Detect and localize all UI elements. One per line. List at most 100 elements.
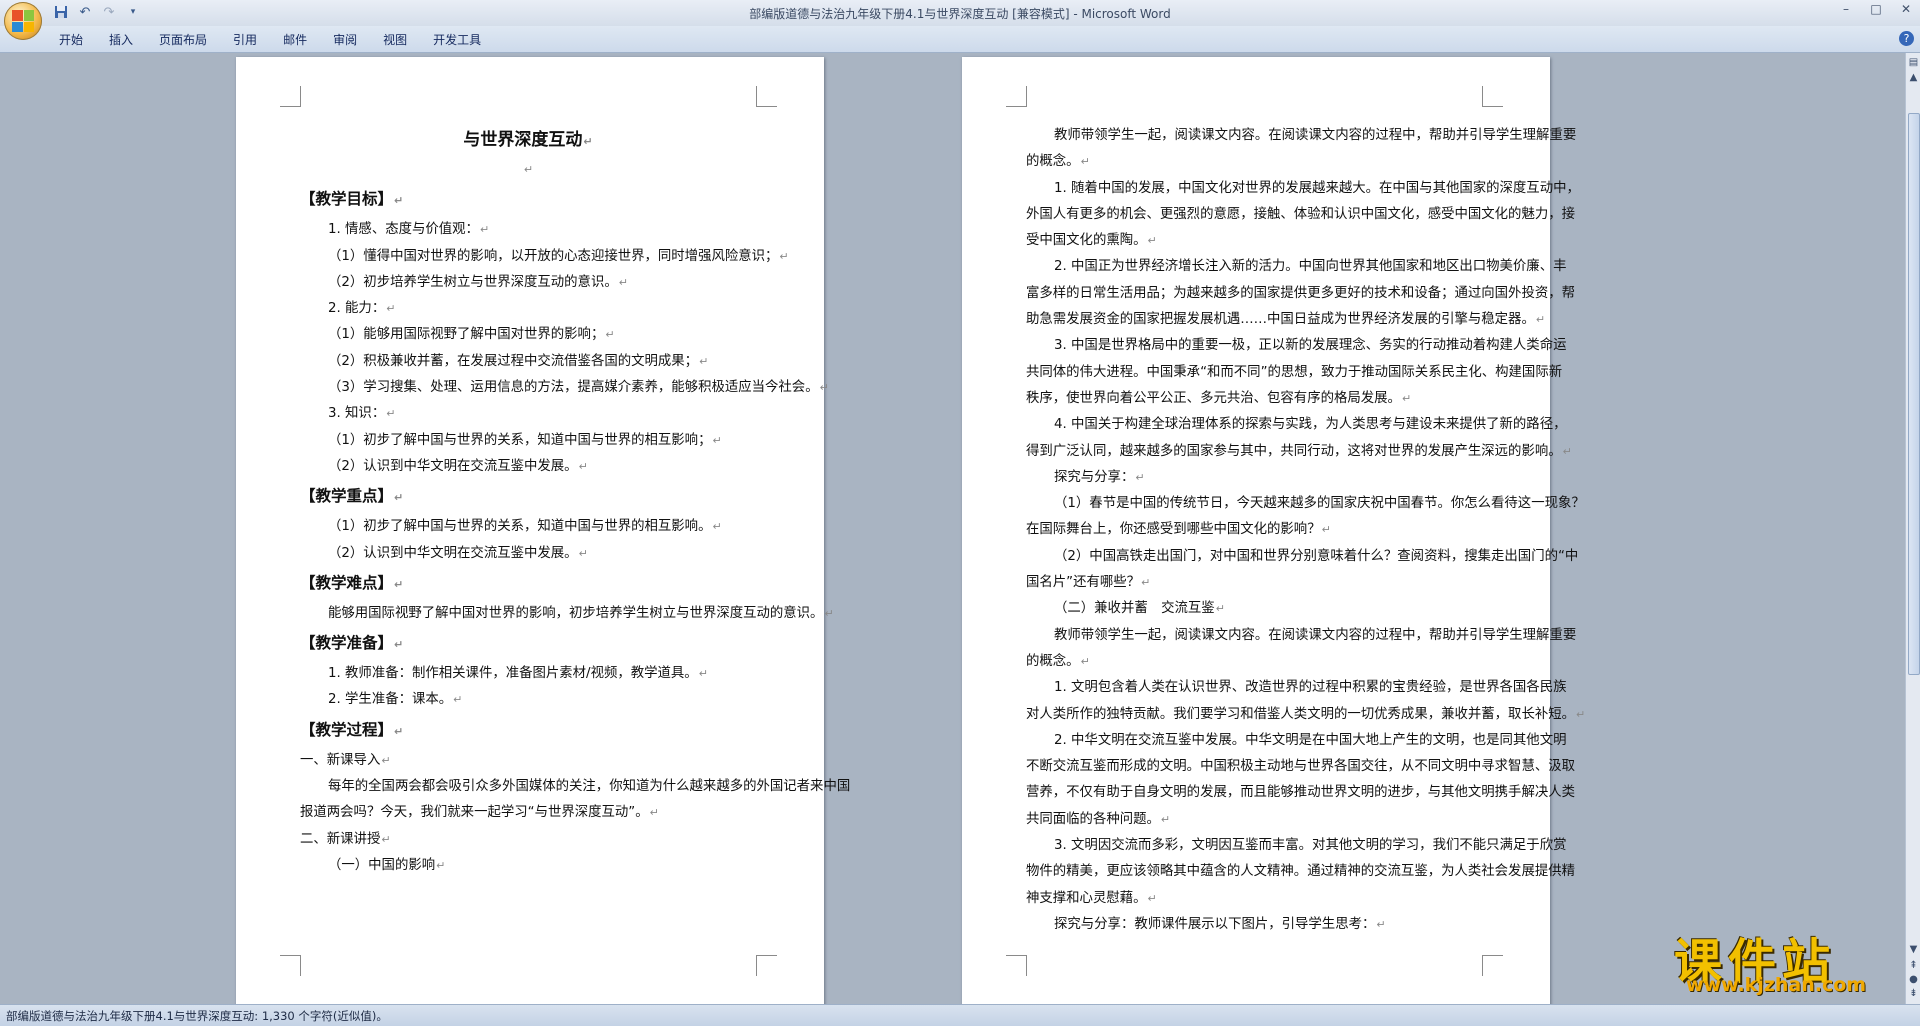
redo-icon[interactable]: ↷ [100, 3, 118, 21]
undo-icon[interactable]: ↶ [76, 3, 94, 21]
save-icon[interactable] [52, 3, 70, 21]
paragraph-mark: ↵ [1321, 523, 1331, 537]
line-text: （1）初步了解中国与世界的关系，知道中国与世界的相互影响。 [328, 519, 712, 535]
paragraph-mark: ↵ [394, 577, 404, 591]
line-text: 物件的精美，更应该领略其中蕴含的人文精神。通过精神的交流互鉴，为人类社会发展提供… [1026, 864, 1576, 880]
line-text: （一）中国的影响 [328, 857, 436, 873]
line-text: 【教学准备】 [300, 634, 394, 653]
line-text: 的概念。 [1026, 653, 1080, 669]
line-text: 的概念。 [1026, 154, 1080, 170]
paragraph-mark: ↵ [386, 302, 396, 316]
help-icon[interactable]: ? [1899, 31, 1914, 46]
document-page-2[interactable]: 教师带领学生一起，阅读课文内容。在阅读课文内容的过程中，帮助并引导学生理解重要的… [962, 57, 1585, 1004]
line-text: 报道两会吗？今天，我们就来一起学习“与世界深度互动”。 [300, 805, 649, 821]
text-line: 2. 学生准备：课本。↵ [300, 687, 756, 713]
section-heading: 【教学过程】↵ [300, 714, 756, 748]
minimize-button[interactable]: – [1838, 2, 1854, 16]
tab-insert[interactable]: 插入 [96, 30, 146, 49]
dropdown-icon[interactable]: ▾ [124, 3, 142, 21]
line-text: （二）兼收并蓄 交流互鉴 [1054, 601, 1215, 617]
browse-object-icon[interactable]: ● [1907, 973, 1920, 986]
section-heading: 【教学重点】↵ [300, 480, 756, 514]
text-line: 国名片”还有哪些？↵ [1026, 570, 1482, 596]
text-line: 的概念。↵ [1026, 649, 1482, 675]
paragraph-mark: ↵ [453, 693, 463, 707]
office-button[interactable] [4, 2, 42, 40]
close-button[interactable]: ✕ [1898, 2, 1914, 16]
paragraph-mark: ↵ [1576, 707, 1586, 721]
scroll-thumb[interactable] [1908, 113, 1920, 675]
line-text: （1）懂得中国对世界的影响，以开放的心态迎接世界，同时增强风险意识； [328, 248, 779, 264]
text-line: 2. 中国正为世界经济增长注入新的活力。中国向世界其他国家和地区出口物美价廉、丰 [1026, 254, 1566, 280]
maximize-button[interactable]: □ [1868, 2, 1884, 16]
line-text: 得到广泛认同，越来越多的国家参与其中，共同行动，这将对世界的发展产生深远的影响。 [1026, 443, 1562, 459]
section-heading: 【教学难点】↵ [300, 567, 756, 601]
paragraph-mark: ↵ [394, 638, 404, 652]
text-line: 受中国文化的熏陶。↵ [1026, 228, 1482, 254]
paragraph-mark: ↵ [1401, 391, 1412, 405]
text-line: （1）初步了解中国与世界的关系，知道中国与世界的相互影响。↵ [300, 514, 756, 540]
scroll-down-icon[interactable]: ▼ [1907, 943, 1920, 956]
text-line: 教师带领学生一起，阅读课文内容。在阅读课文内容的过程中，帮助并引导学生理解重要 [1026, 123, 1576, 149]
paragraph-mark: ↵ [819, 381, 829, 395]
text-line: （1）初步了解中国与世界的关系，知道中国与世界的相互影响；↵ [300, 428, 756, 454]
tab-developer[interactable]: 开发工具 [420, 30, 494, 49]
line-text: （1）春节是中国的传统节日，今天越来越多的国家庆祝中国春节。你怎么看待这一现象？ [1054, 496, 1585, 512]
text-line: 4. 中国关于构建全球治理体系的探索与实践，为人类思考与建设未来提供了新的路径， [1026, 412, 1566, 438]
text-line: 对人类所作的独特贡献。我们要学习和借鉴人类文明的一切优秀成果，兼收并蓄，取长补短… [1026, 702, 1585, 728]
line-text: 受中国文化的熏陶。 [1026, 233, 1147, 249]
line-text: 对人类所作的独特贡献。我们要学习和借鉴人类文明的一切优秀成果，兼收并蓄，取长补短… [1026, 706, 1576, 722]
line-text: 1. 情感、态度与价值观： [328, 222, 479, 238]
paragraph-mark: ↵ [394, 491, 404, 505]
text-line: （1）春节是中国的传统节日，今天越来越多的国家庆祝中国春节。你怎么看待这一现象？ [1026, 491, 1585, 517]
quick-access-toolbar: ↶ ↷ ▾ [52, 3, 142, 21]
text-line: 共同体的伟大进程。中国秉承“和而不同”的思想，致力于推动国际关系民主化、构建国际… [1026, 360, 1562, 386]
window-title: 部编版道德与法治九年级下册4.1与世界深度互动 [兼容模式] - Microso… [749, 7, 1171, 21]
line-text: （1）能够用国际视野了解中国对世界的影响； [328, 327, 605, 343]
line-text: 探究与分享： [1054, 469, 1135, 485]
tab-home[interactable]: 开始 [46, 30, 96, 49]
document-workspace[interactable]: 与世界深度互动↵ ↵ 【教学目标】↵ 1. 情感、态度与价值观：↵ （1）懂得中国对… [0, 53, 1905, 1004]
text-line: 1. 情感、态度与价值观：↵ [300, 217, 756, 243]
line-text: 共同体的伟大进程。中国秉承“和而不同”的思想，致力于推动国际关系民主化、构建国际… [1026, 364, 1563, 380]
line-text: 营养，不仅有助于自身文明的发展，而且能够推动世界文明的进步，与其他文明携手解决人… [1026, 785, 1576, 801]
text-line: （1）能够用国际视野了解中国对世界的影响；↵ [300, 322, 756, 348]
tab-page-layout[interactable]: 页面布局 [146, 30, 220, 49]
line-text: 能够用国际视野了解中国对世界的影响，初步培养学生树立与世界深度互动的意识。 [328, 605, 824, 621]
tab-review[interactable]: 审阅 [320, 30, 370, 49]
line-text: （3）学习搜集、处理、运用信息的方法，提高媒介素养，能够积极适应当今社会。 [328, 380, 819, 396]
page-2-lines: 教师带领学生一起，阅读课文内容。在阅读课文内容的过程中，帮助并引导学生理解重要的… [1026, 123, 1585, 938]
line-text: （1）初步了解中国与世界的关系，知道中国与世界的相互影响； [328, 432, 712, 448]
margin-corner-mark [280, 955, 301, 976]
paragraph-mark: ↵ [1147, 891, 1157, 905]
tab-mailings[interactable]: 邮件 [270, 30, 320, 49]
line-text: （2）认识到中华文明在交流互鉴中发展。 [328, 458, 578, 474]
paragraph-mark: ↵ [394, 194, 404, 208]
tab-references[interactable]: 引用 [220, 30, 270, 49]
paragraph-mark: ↵ [779, 249, 789, 263]
previous-page-icon[interactable]: ⇞ [1907, 959, 1920, 972]
line-text: 1. 文明包含着人类在认识世界、改造世界的过程中积累的宝贵经验，是世界各国各民族 [1054, 680, 1567, 696]
text-line: 3. 文明因交流而多彩，文明因互鉴而丰富。对其他文明的学习，我们不能只满足于欣赏 [1026, 833, 1566, 859]
text-line: 报道两会吗？今天，我们就来一起学习“与世界深度互动”。↵ [300, 800, 756, 826]
vertical-scrollbar[interactable]: ▤ ▲ ▼ ⇞ ● ⇟ [1905, 53, 1920, 1004]
next-page-icon[interactable]: ⇟ [1907, 987, 1920, 1000]
section-heading: 【教学目标】↵ [300, 183, 756, 217]
line-text: 探究与分享：教师课件展示以下图片，引导学生思考： [1054, 916, 1376, 932]
text-line: （2）中国高铁走出国门，对中国和世界分别意味着什么？查阅资料，搜集走出国门的“中 [1026, 544, 1578, 570]
text-line: 3. 知识：↵ [300, 401, 756, 427]
scroll-up-icon[interactable]: ▲ [1907, 71, 1920, 84]
line-text: 一、新课导入 [300, 752, 381, 768]
tab-view[interactable]: 视图 [370, 30, 420, 49]
line-text: 2. 学生准备：课本。 [328, 692, 453, 708]
document-page-1[interactable]: 与世界深度互动↵ ↵ 【教学目标】↵ 1. 情感、态度与价值观：↵ （1）懂得中国对… [236, 57, 850, 1004]
watermark-url: www.kjzhan.com [1686, 974, 1867, 996]
line-text: 在国际舞台上，你还感受到哪些中国文化的影响？ [1026, 522, 1321, 538]
text-line: 秩序，使世界向着公平公正、多元共治、包容有序的格局发展。↵ [1026, 386, 1482, 412]
text-line: （2）初步培养学生树立与世界深度互动的意识。↵ [300, 270, 756, 296]
line-text: 神支撑和心灵慰藉。 [1026, 890, 1147, 906]
paragraph-mark: ↵ [698, 667, 708, 681]
ruler-toggle-icon[interactable]: ▤ [1907, 56, 1920, 69]
paragraph-mark: ↵ [1135, 470, 1145, 484]
paragraph-mark: ↵ [1080, 155, 1090, 169]
